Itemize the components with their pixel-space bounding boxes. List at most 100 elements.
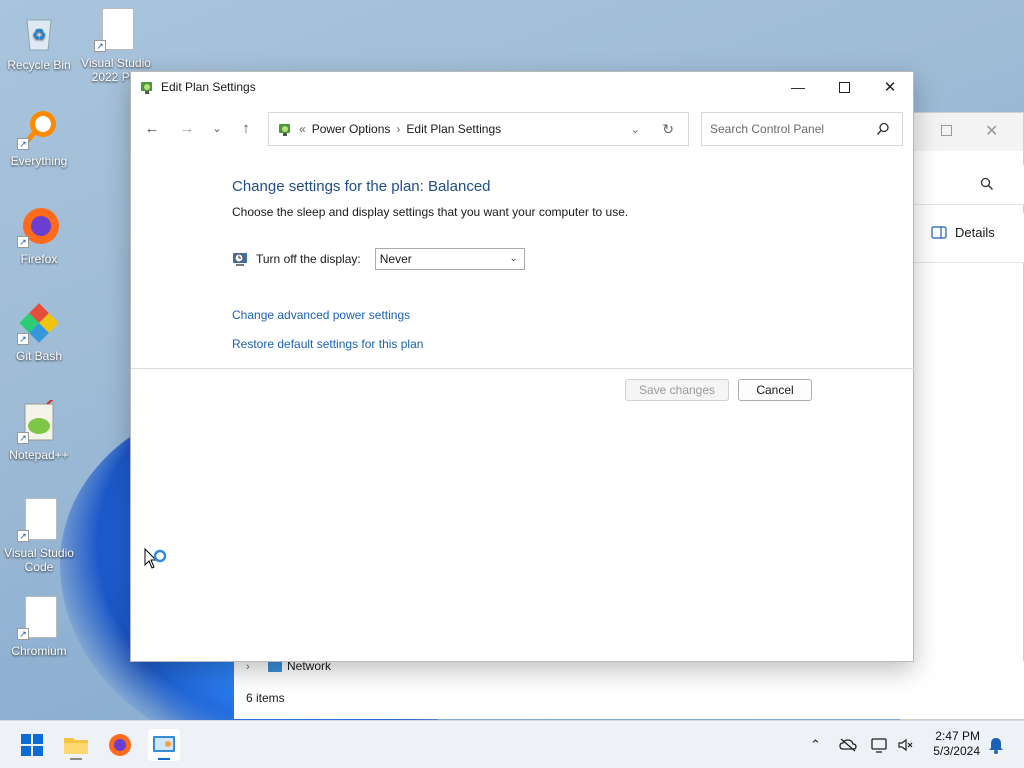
notification-bell-icon[interactable]: [988, 736, 1004, 754]
plan-settings-header: Change settings for the plan: Balanced C…: [232, 178, 628, 219]
arrow-left-icon: ←: [144, 120, 160, 137]
desktop-icon-firefox[interactable]: ↗ Firefox: [1, 204, 77, 266]
arrow-up-icon: ↑: [242, 120, 250, 137]
shortcut-arrow-icon: ↗: [17, 530, 29, 542]
shortcut-arrow-icon: ↗: [17, 138, 29, 150]
busy-cursor-icon: [144, 548, 167, 569]
desktop-icon-label: Notepad++: [9, 448, 69, 462]
address-bar[interactable]: « Power Options › Edit Plan Settings ⌄ ↻: [268, 112, 689, 146]
close-icon: ✕: [883, 79, 897, 96]
taskbar-file-explorer[interactable]: [60, 729, 92, 761]
shortcut-arrow-icon: ↗: [17, 628, 29, 640]
desktop-icon-everything[interactable]: ↗ Everything: [1, 106, 77, 168]
page-title: Change settings for the plan: Balanced: [232, 178, 491, 195]
divider: [131, 368, 915, 369]
navigation-bar: ← → ⌄ ↑ « Power Options › Edit Plan Sett…: [131, 112, 915, 146]
desktop-icon-label: Chromium: [11, 644, 67, 658]
chevron-down-icon: ⌄: [212, 123, 222, 135]
desktop-icon-label: Git Bash: [15, 349, 63, 363]
window-titlebar[interactable]: Edit Plan Settings — ✕: [131, 72, 913, 102]
arrow-right-icon: →: [179, 120, 195, 137]
shortcut-arrow-icon: ↗: [17, 333, 29, 345]
background-explorer-search[interactable]: [901, 165, 1024, 205]
desktop-icon-label: Everything: [10, 154, 68, 168]
svg-text:♻: ♻: [32, 27, 46, 44]
evaluation-watermark: Evaluation copy.: [928, 700, 1016, 714]
chevron-up-icon[interactable]: ⌃: [810, 737, 821, 753]
shortcut-arrow-icon: ↗: [94, 40, 106, 52]
document-icon: ↗: [94, 8, 138, 52]
change-advanced-power-settings-link[interactable]: Change advanced power settings: [232, 308, 410, 322]
search-icon[interactable]: [876, 122, 890, 136]
display-off-value: Never: [379, 252, 412, 266]
volume-muted-icon[interactable]: [897, 737, 913, 753]
background-explorer-titlebar[interactable]: ✕: [901, 113, 1023, 151]
restore-default-settings-link[interactable]: Restore default settings for this plan: [232, 337, 423, 351]
breadcrumb-overflow-icon[interactable]: «: [299, 122, 306, 136]
breadcrumb-separator-icon[interactable]: ›: [396, 122, 400, 136]
firefox-icon: ↗: [17, 204, 61, 248]
folder-icon: [64, 738, 88, 760]
taskbar: ⌃ 2:47 PM 5/3/2024: [0, 720, 1024, 768]
close-icon[interactable]: ✕: [985, 121, 998, 141]
cancel-button[interactable]: Cancel: [738, 379, 812, 401]
document-icon: ↗: [17, 596, 61, 640]
windows-logo-icon: [21, 734, 43, 756]
monitor-clock-icon: [233, 253, 247, 266]
desktop-icon-label: Visual Studio Code: [4, 546, 74, 574]
details-label: Details: [955, 225, 995, 240]
details-button[interactable]: Details: [931, 225, 995, 240]
breadcrumb-power-options[interactable]: Power Options: [312, 122, 391, 136]
power-options-icon: [141, 82, 152, 94]
search-control-panel-input[interactable]: Search Control Panel: [701, 112, 903, 146]
firefox-icon: [109, 734, 131, 756]
page-description: Choose the sleep and display settings th…: [232, 205, 629, 219]
desktop-icon-chromium[interactable]: ↗ Chromium: [1, 596, 77, 658]
close-button[interactable]: ✕: [867, 72, 913, 102]
document-icon: ↗: [17, 498, 61, 542]
system-tray: ⌃: [810, 721, 913, 768]
desktop-icon-notepad-plus-plus[interactable]: ↗ Notepad++: [1, 395, 77, 462]
minimize-icon: —: [791, 79, 805, 95]
breadcrumb-edit-plan-settings[interactable]: Edit Plan Settings: [406, 122, 501, 136]
network-status-icon[interactable]: [871, 737, 889, 753]
window-title: Edit Plan Settings: [161, 80, 256, 94]
maximize-icon[interactable]: [941, 125, 952, 136]
chevron-down-icon: ⌄: [509, 253, 518, 264]
background-explorer-window[interactable]: ✕ Details: [900, 112, 1024, 720]
onedrive-offline-icon[interactable]: [839, 738, 857, 752]
display-off-select[interactable]: Never ⌄: [374, 248, 525, 270]
back-button[interactable]: ←: [141, 118, 163, 140]
taskbar-firefox[interactable]: [104, 729, 136, 761]
clock-date: 5/3/2024: [933, 744, 980, 758]
desktop-icon-recycle-bin[interactable]: ♻ Recycle Bin: [1, 10, 77, 72]
up-button[interactable]: ↑: [235, 118, 257, 140]
display-setting-row: Turn off the display: Never ⌄: [232, 248, 525, 270]
details-pane-icon: [931, 226, 947, 239]
everything-search-icon: ↗: [17, 106, 61, 150]
desktop-icon-visual-studio-code[interactable]: ↗ Visual Studio Code: [1, 498, 77, 574]
minimize-button[interactable]: —: [775, 72, 821, 102]
recent-locations-button[interactable]: ⌄: [206, 118, 228, 140]
background-explorer-bottom: › Network 6 items: [234, 659, 1024, 719]
start-button[interactable]: [16, 729, 48, 761]
forward-button[interactable]: →: [176, 118, 198, 140]
network-icon: [268, 661, 282, 672]
taskbar-control-panel[interactable]: [148, 729, 180, 761]
background-explorer-toolbar: Details: [901, 213, 1024, 263]
desktop-icon-git-bash[interactable]: ↗ Git Bash: [1, 301, 77, 363]
git-bash-icon: ↗: [17, 301, 61, 345]
chevron-right-icon[interactable]: ›: [246, 661, 250, 673]
refresh-icon[interactable]: ↻: [662, 121, 674, 138]
edit-plan-settings-window[interactable]: Edit Plan Settings — ✕ ← → ⌄ ↑ « Power O…: [130, 71, 915, 662]
shortcut-arrow-icon: ↗: [17, 432, 29, 444]
taskbar-clock[interactable]: 2:47 PM 5/3/2024: [933, 729, 980, 759]
display-off-label: Turn off the display:: [256, 252, 361, 266]
control-panel-icon: [153, 736, 175, 760]
address-dropdown-icon[interactable]: ⌄: [631, 123, 640, 136]
shortcut-arrow-icon: ↗: [17, 236, 29, 248]
save-changes-button[interactable]: Save changes: [625, 379, 729, 401]
maximize-button[interactable]: [821, 72, 867, 102]
power-options-icon: [279, 124, 290, 136]
search-icon[interactable]: [980, 177, 994, 191]
